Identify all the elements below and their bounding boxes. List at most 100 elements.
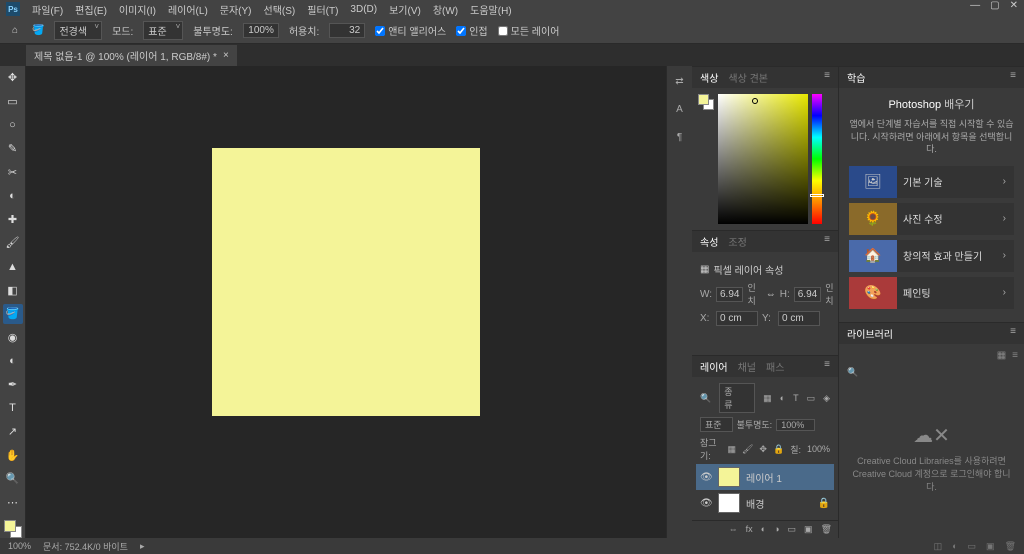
eraser-tool[interactable]: ◧: [3, 280, 23, 300]
paragraph-icon[interactable]: ¶: [671, 128, 689, 146]
type-panel-icon[interactable]: A: [671, 100, 689, 118]
panel-menu-icon[interactable]: ≡: [1010, 70, 1016, 85]
learn-card-basics[interactable]: 🖼 기본 기술 ›: [849, 166, 1014, 198]
marquee-tool[interactable]: ▭: [3, 92, 23, 112]
menu-image[interactable]: 이미지(I): [119, 2, 156, 17]
lasso-tool[interactable]: ○: [3, 115, 23, 135]
link-icon[interactable]: ⇔: [766, 289, 776, 300]
tab-close-icon[interactable]: ×: [223, 50, 229, 61]
footer-trash-icon[interactable]: 🗑: [1005, 541, 1016, 552]
grid-view-icon[interactable]: ▦: [997, 350, 1006, 361]
stamp-tool[interactable]: ▲: [3, 257, 23, 277]
contiguous-checkbox[interactable]: 인접: [456, 23, 487, 38]
link-layers-icon[interactable]: ⇔: [729, 524, 738, 535]
type-tool[interactable]: T: [3, 398, 23, 418]
fx-icon[interactable]: fx: [746, 524, 753, 535]
filter-adjust-icon[interactable]: ◐: [780, 393, 785, 403]
learn-card-creative[interactable]: 🏠 창의적 효과 만들기 ›: [849, 240, 1014, 272]
filter-type-icon[interactable]: T: [793, 393, 799, 403]
x-input[interactable]: 0 cm: [716, 311, 758, 326]
lock-pixels-icon[interactable]: ▦: [727, 444, 736, 455]
lock-icon[interactable]: 🔒: [818, 498, 830, 509]
dodge-tool[interactable]: ◐: [3, 351, 23, 371]
pen-tool[interactable]: ✒: [3, 375, 23, 395]
all-layers-checkbox[interactable]: 모든 레이어: [498, 23, 560, 38]
quick-select-tool[interactable]: ✎: [3, 139, 23, 159]
visibility-icon[interactable]: 👁: [700, 472, 712, 483]
menu-select[interactable]: 선택(S): [264, 2, 296, 17]
document-tab[interactable]: 제목 없음-1 @ 100% (레이어 1, RGB/8#) * ×: [26, 45, 237, 66]
layer-item[interactable]: 👁 배경 🔒: [696, 490, 834, 516]
list-view-icon[interactable]: ≡: [1012, 350, 1018, 361]
tab-color[interactable]: 색상: [700, 70, 718, 85]
tab-adjustments[interactable]: 조정: [728, 234, 746, 249]
brush-tool[interactable]: 🖌: [3, 233, 23, 253]
footer-icon[interactable]: ◐: [952, 541, 957, 551]
eyedropper-tool[interactable]: ◐: [3, 186, 23, 206]
panel-menu-icon[interactable]: ≡: [824, 70, 830, 85]
antialias-checkbox[interactable]: 앤티 앨리어스: [375, 23, 446, 38]
status-arrow-icon[interactable]: ▸: [140, 541, 145, 552]
heal-tool[interactable]: ✚: [3, 210, 23, 230]
menu-type[interactable]: 문자(Y): [220, 2, 252, 17]
maximize-icon[interactable]: ▢: [990, 0, 999, 11]
filter-icon[interactable]: 🔍: [700, 393, 711, 404]
layer-name[interactable]: 배경: [746, 496, 764, 511]
tolerance-input[interactable]: 32: [329, 23, 365, 38]
fill-input[interactable]: 100%: [807, 444, 830, 454]
tab-channels[interactable]: 채널: [738, 359, 756, 374]
home-icon[interactable]: ⌂: [8, 24, 22, 38]
y-input[interactable]: 0 cm: [778, 311, 820, 326]
canvas-area[interactable]: [26, 66, 666, 538]
new-layer-icon[interactable]: ▣: [804, 524, 813, 535]
tab-layers[interactable]: 레이어: [700, 359, 728, 374]
kind-dropdown[interactable]: 종류: [719, 383, 755, 413]
color-field[interactable]: [718, 94, 808, 224]
menu-3d[interactable]: 3D(D): [350, 4, 377, 15]
search-icon[interactable]: 🔍: [847, 367, 858, 377]
artboard[interactable]: [212, 148, 480, 416]
zoom-level[interactable]: 100%: [8, 541, 31, 551]
visibility-icon[interactable]: 👁: [700, 498, 712, 509]
panel-menu-icon[interactable]: ≡: [824, 234, 830, 249]
mini-swatch[interactable]: [698, 94, 714, 110]
layer-name[interactable]: 레이어 1: [746, 470, 782, 485]
panel-menu-icon[interactable]: ≡: [1010, 326, 1016, 341]
menu-edit[interactable]: 편집(E): [75, 2, 107, 17]
footer-icon[interactable]: ◫: [934, 541, 943, 552]
lock-brush-icon[interactable]: 🖌: [742, 444, 753, 455]
mask-icon[interactable]: ◐: [761, 524, 766, 535]
color-swatch[interactable]: [4, 520, 22, 538]
blend-dropdown[interactable]: 표준: [700, 417, 733, 432]
h-input[interactable]: 6.94: [794, 287, 821, 302]
close-icon[interactable]: ✕: [1010, 0, 1018, 11]
minimize-icon[interactable]: —: [970, 0, 980, 11]
footer-icon[interactable]: ▣: [986, 541, 995, 552]
layer-thumb[interactable]: [718, 467, 740, 487]
layer-thumb[interactable]: [718, 493, 740, 513]
more-tools[interactable]: ⋯: [3, 493, 23, 513]
footer-icon[interactable]: ▭: [968, 541, 977, 552]
crop-tool[interactable]: ✂: [3, 162, 23, 182]
menu-layer[interactable]: 레이어(L): [168, 2, 208, 17]
menu-view[interactable]: 보기(V): [389, 2, 421, 17]
opacity-input[interactable]: 100%: [243, 23, 279, 38]
w-input[interactable]: 6.94: [716, 287, 743, 302]
menu-filter[interactable]: 필터(T): [307, 2, 338, 17]
lock-all-icon[interactable]: 🔒: [773, 444, 784, 455]
panel-menu-icon[interactable]: ≡: [824, 359, 830, 374]
history-icon[interactable]: ⇄: [671, 72, 689, 90]
hue-cursor-icon[interactable]: [810, 194, 824, 197]
tab-learn[interactable]: 학습: [847, 70, 865, 85]
tab-libraries[interactable]: 라이브러리: [847, 326, 893, 341]
blur-tool[interactable]: ◉: [3, 328, 23, 348]
filter-smart-icon[interactable]: ◈: [823, 393, 830, 404]
menu-help[interactable]: 도움말(H): [470, 2, 511, 17]
tab-properties[interactable]: 속성: [700, 234, 718, 249]
group-icon[interactable]: ▭: [788, 524, 797, 535]
layer-item[interactable]: 👁 레이어 1: [696, 464, 834, 490]
menu-window[interactable]: 창(W): [433, 2, 458, 17]
adjustment-icon[interactable]: ◑: [774, 524, 779, 535]
hand-tool[interactable]: ✋: [3, 446, 23, 466]
tab-paths[interactable]: 패스: [766, 359, 784, 374]
